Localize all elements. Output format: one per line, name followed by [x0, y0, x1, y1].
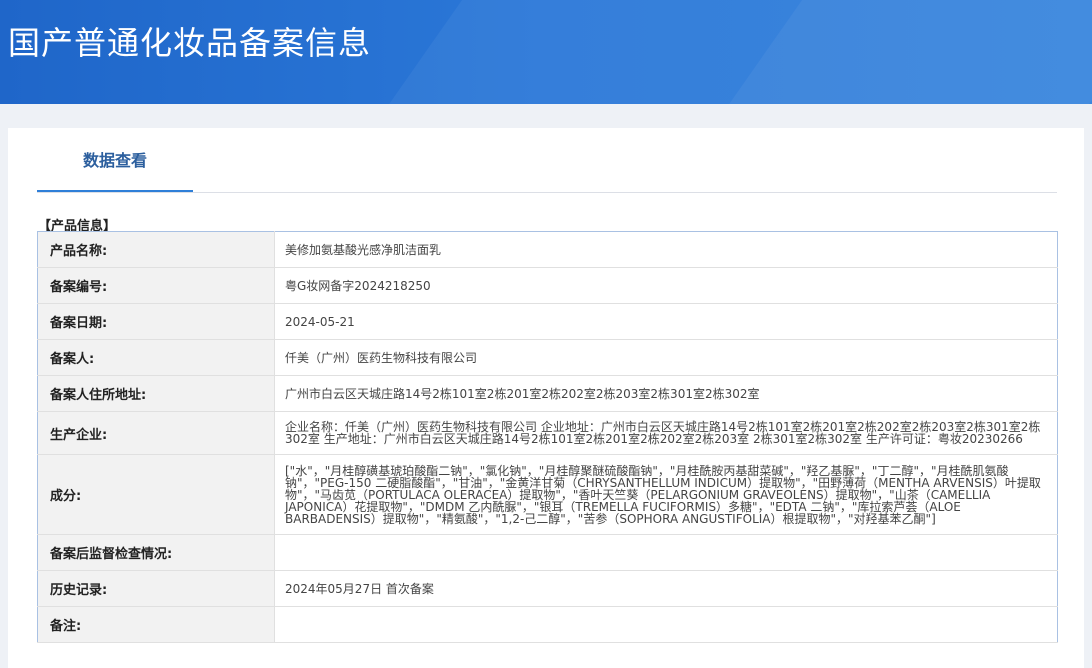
row-value: 仟美（广州）医药生物科技有限公司	[274, 339, 1058, 376]
table-row: 成分: ["水"，"月桂醇磺基琥珀酸酯二钠"，"氯化钠"，"月桂醇聚醚硫酸酯钠"…	[37, 454, 1058, 535]
row-value	[274, 534, 1058, 571]
tab-data-view[interactable]: 数据查看	[37, 128, 193, 192]
row-label: 生产企业:	[37, 411, 275, 455]
row-label: 备案日期:	[37, 303, 275, 340]
table-row: 备案日期: 2024-05-21	[37, 303, 1058, 340]
page-title: 国产普通化妆品备案信息	[8, 24, 372, 62]
row-label: 产品名称:	[37, 231, 275, 268]
table-row: 备注:	[37, 606, 1058, 643]
row-label: 备案编号:	[37, 267, 275, 304]
row-value: 美修加氨基酸光感净肌洁面乳	[274, 231, 1058, 268]
tab-bar: 数据查看	[37, 128, 1057, 193]
table-row: 备案人: 仟美（广州）医药生物科技有限公司	[37, 339, 1058, 376]
row-label: 备注:	[37, 606, 275, 643]
table-row: 备案编号: 粤G妆网备字2024218250	[37, 267, 1058, 304]
table-row: 备案人住所地址: 广州市白云区天城庄路14号2栋101室2栋201室2栋202室…	[37, 375, 1058, 412]
table-row: 历史记录: 2024年05月27日 首次备案	[37, 570, 1058, 607]
row-value: ["水"，"月桂醇磺基琥珀酸酯二钠"，"氯化钠"，"月桂醇聚醚硫酸酯钠"，"月桂…	[274, 454, 1058, 535]
row-value: 企业名称：仟美（广州）医药生物科技有限公司 企业地址：广州市白云区天城庄路14号…	[274, 411, 1058, 455]
header-banner: 国产普通化妆品备案信息	[0, 0, 1092, 104]
row-value: 2024年05月27日 首次备案	[274, 570, 1058, 607]
table-row: 备案后监督检查情况:	[37, 534, 1058, 571]
product-info-table: 产品名称: 美修加氨基酸光感净肌洁面乳 备案编号: 粤G妆网备字20242182…	[37, 231, 1058, 643]
content-card: 数据查看 【产品信息】 产品名称: 美修加氨基酸光感净肌洁面乳 备案编号: 粤G…	[8, 128, 1084, 668]
table-row: 生产企业: 企业名称：仟美（广州）医药生物科技有限公司 企业地址：广州市白云区天…	[37, 411, 1058, 455]
row-value: 广州市白云区天城庄路14号2栋101室2栋201室2栋202室2栋203室2栋3…	[274, 375, 1058, 412]
table-row: 产品名称: 美修加氨基酸光感净肌洁面乳	[37, 231, 1058, 268]
row-label: 备案后监督检查情况:	[37, 534, 275, 571]
row-value: 2024-05-21	[274, 303, 1058, 340]
row-label: 备案人住所地址:	[37, 375, 275, 412]
row-label: 成分:	[37, 454, 275, 535]
row-label: 备案人:	[37, 339, 275, 376]
row-value	[274, 606, 1058, 643]
row-value: 粤G妆网备字2024218250	[274, 267, 1058, 304]
row-label: 历史记录:	[37, 570, 275, 607]
